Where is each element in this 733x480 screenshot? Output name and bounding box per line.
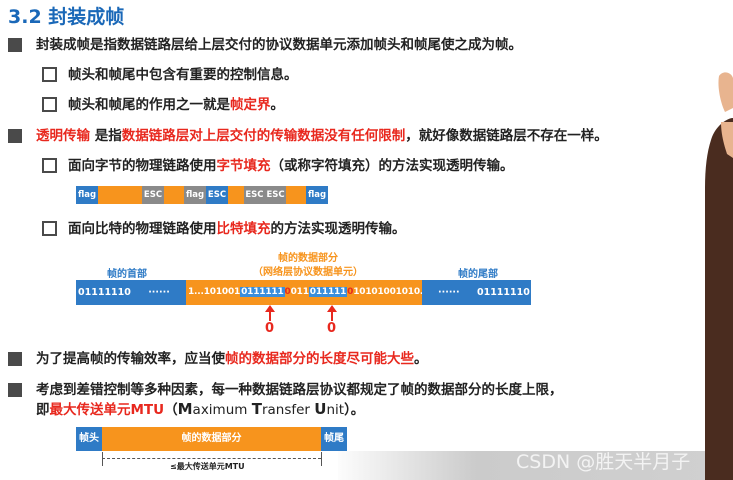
mtu-red: 最大传送单元MTU xyxy=(49,402,165,418)
bullet-efficiency: 为了提高帧的传输效率，应当使帧的数据部分的长度尽可能大些。 xyxy=(8,350,428,368)
mtu-data: 帧的数据部分 xyxy=(102,427,321,451)
sub-text-red: 字节填充 xyxy=(216,158,271,174)
bullet-line-1: 考虑到差错控制等多种因素，每一种数据链路层协议都规定了帧的数据部分的长度上限， xyxy=(36,382,563,398)
tail-bits: 01111110 xyxy=(476,287,530,298)
bullet-square-icon xyxy=(8,129,22,143)
sub-text-post: 的方法实现透明传输。 xyxy=(270,221,406,237)
mtu-dim-tick xyxy=(102,452,103,466)
byte-stuffing-strip: flag ESC flag ESC ESC ESC flag xyxy=(76,186,328,204)
sub-control-info: 帧头和帧尾中包含有重要的控制信息。 xyxy=(42,66,298,84)
mtu-limit-label: ≤最大传送单元MTU xyxy=(170,462,245,471)
frame-head: 01111110 ······ xyxy=(76,280,186,305)
bit-stuffing-frame: 01111110 ······ 1...10100101111110011011… xyxy=(76,280,531,305)
bullet-red-1: 透明传输 xyxy=(36,128,90,144)
data-highlight-1: 0111111 xyxy=(240,287,285,297)
mtu-m: M xyxy=(177,400,193,418)
tail-dots: ······ xyxy=(438,287,460,298)
checkbox-icon xyxy=(42,97,57,112)
head-bits: 01111110 xyxy=(78,287,131,298)
bullet-transparent: 透明传输 是指数据链路层对上层交付的传输数据没有任何限制，就好像数据链路层不存在… xyxy=(8,127,608,145)
strip-data xyxy=(228,186,244,204)
strip-flag: flag xyxy=(306,186,328,204)
bullet-encapsulation: 封装成帧是指数据链路层给上层交付的协议数据单元添加帧头和帧尾使之成为帧。 xyxy=(8,36,522,54)
strip-flag-stuffed: flag xyxy=(184,186,206,204)
mtu-close: ）。 xyxy=(344,402,365,418)
mtu-u: U xyxy=(314,400,327,418)
mtu-nit: nit xyxy=(326,402,345,418)
strip-esc: ESC xyxy=(206,186,228,204)
strip-data xyxy=(164,186,184,204)
sub-byte-stuffing: 面向字节的物理链路使用字节填充（或称字符填充）的方法实现透明传输。 xyxy=(42,157,514,175)
presenter-figure xyxy=(705,72,733,480)
checkbox-icon xyxy=(42,67,57,82)
sub-text-pre: 面向字节的物理链路使用 xyxy=(68,158,217,174)
data-highlight-2: 011111 xyxy=(308,287,348,297)
checkbox-icon xyxy=(42,221,57,236)
bullet-mtu-line-2: 即最大传送单元MTU（Maximum Transfer Unit）。 xyxy=(36,400,364,419)
mtu-dim-tick xyxy=(321,452,322,466)
bullet-square-icon xyxy=(8,383,22,397)
mtu-dimension-line xyxy=(102,458,321,459)
bullet-post: ，就好像数据链路层不存在一样。 xyxy=(405,128,608,144)
mtu-tail: 帧尾 xyxy=(321,427,347,451)
sub-bit-stuffing: 面向比特的物理链路使用比特填充的方法实现透明传输。 xyxy=(42,220,406,238)
sub-text-pre: 面向比特的物理链路使用 xyxy=(68,221,217,237)
head-dots: ······ xyxy=(148,287,170,298)
bullet-red: 帧的数据部分的长度尽可能大些 xyxy=(225,351,414,367)
strip-flag: flag xyxy=(76,186,98,204)
bullet-post: 。 xyxy=(414,351,428,367)
strip-data xyxy=(286,186,306,204)
up-arrow-icon xyxy=(327,305,337,321)
strip-data xyxy=(98,186,120,204)
mtu-open: （ xyxy=(164,402,178,418)
frame-data: 1...10100101111110011011111010101001010.… xyxy=(186,280,436,305)
frame-data-label: 帧的数据部分 xyxy=(278,253,338,264)
mtu-t: T xyxy=(251,400,262,418)
mtu-head: 帧头 xyxy=(76,427,102,451)
mtu-pre: 即 xyxy=(36,402,50,418)
data-seg-1: 1...101001 xyxy=(188,287,241,297)
frame-head-label: 帧的首部 xyxy=(107,269,147,280)
watermark-text: CSDN @胜天半月子 xyxy=(516,451,691,473)
up-arrow-icon xyxy=(265,305,275,321)
bullet-red-2: 数据链路层对上层交付的传输数据没有任何限制 xyxy=(121,128,406,144)
mtu-aximum: aximum xyxy=(192,402,252,418)
frame-tail: ······ 01111110 xyxy=(422,280,531,305)
bullet-square-icon xyxy=(8,352,22,366)
frame-tail-label: 帧的尾部 xyxy=(458,269,498,280)
strip-esc-esc: ESC ESC xyxy=(244,186,286,204)
data-seg-2: 011 xyxy=(290,287,309,297)
slide-title: 3.2 封装成帧 xyxy=(8,6,125,28)
sub-text: 帧头和帧尾中包含有重要的控制信息。 xyxy=(68,67,298,83)
strip-data xyxy=(120,186,142,204)
sub-frame-delimit: 帧头和帧尾的作用之一就是帧定界。 xyxy=(42,96,285,114)
strip-esc: ESC xyxy=(142,186,164,204)
mtu-ransfer: ransfer xyxy=(261,402,315,418)
bullet-mtu: 考虑到差错控制等多种因素，每一种数据链路层协议都规定了帧的数据部分的长度上限， xyxy=(8,381,563,399)
bullet-text: 封装成帧是指数据链路层给上层交付的协议数据单元添加帧头和帧尾使之成为帧。 xyxy=(36,37,522,53)
bullet-pre: 为了提高帧的传输效率，应当使 xyxy=(36,351,225,367)
stuffed-zero-1: 0 xyxy=(265,321,275,336)
sub-text-pre: 帧头和帧尾的作用之一就是 xyxy=(68,97,230,113)
sub-text-post: （或称字符填充）的方法实现透明传输。 xyxy=(270,158,514,174)
sub-text-red: 帧定界 xyxy=(230,97,271,113)
bullet-mid: 是指 xyxy=(90,128,122,144)
mtu-frame: 帧头 帧的数据部分 帧尾 xyxy=(76,427,347,451)
sub-text-post: 。 xyxy=(270,97,285,113)
sub-text-red: 比特填充 xyxy=(216,221,271,237)
bullet-square-icon xyxy=(8,38,22,52)
frame-data-sublabel: （网络层协议数据单元） xyxy=(253,267,363,278)
stuffed-zero-2: 0 xyxy=(327,321,337,336)
checkbox-icon xyxy=(42,158,57,173)
